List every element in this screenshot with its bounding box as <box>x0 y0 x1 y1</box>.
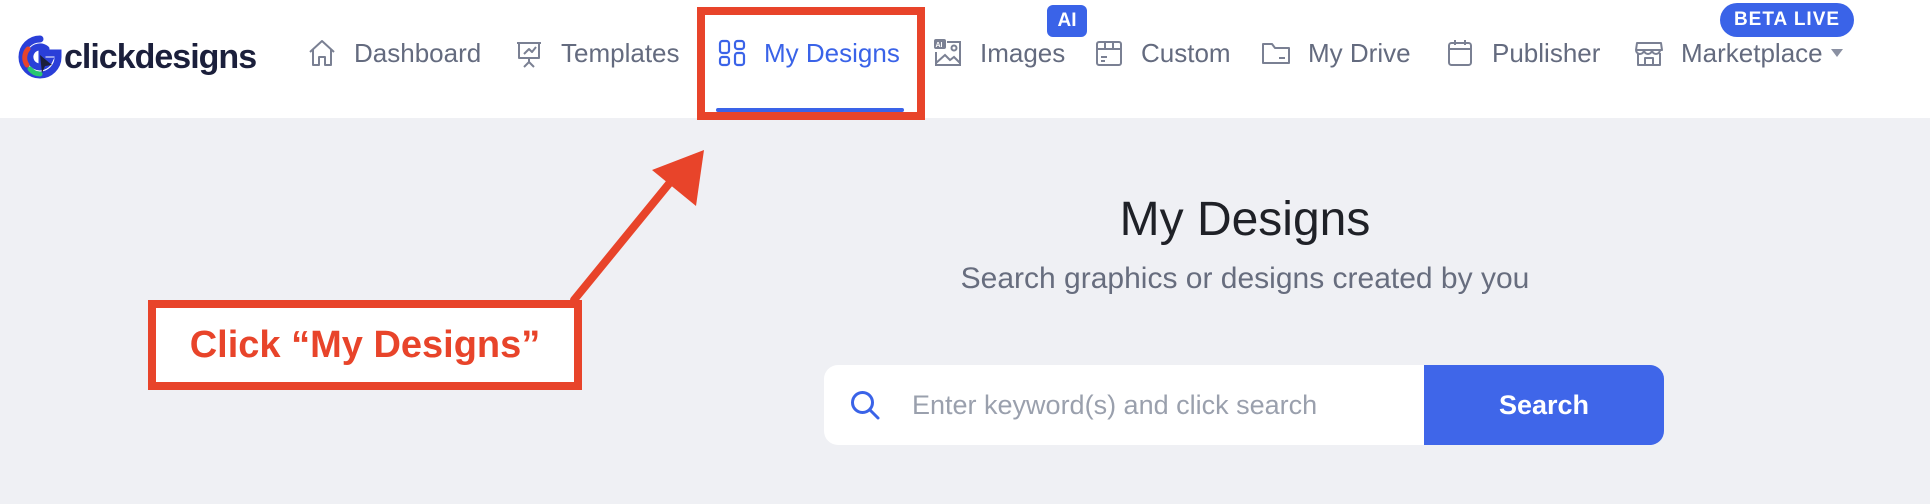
page-title: My Designs <box>1119 193 1371 246</box>
svg-text:AI: AI <box>936 42 943 49</box>
folder-icon <box>1262 43 1290 64</box>
annotation-callout: Click “My Designs” <box>148 300 582 390</box>
chevron-down-icon <box>1830 49 1843 57</box>
brand-name: clickdesigns <box>64 37 257 76</box>
nav-label: Publisher <box>1492 37 1601 68</box>
nav-item-my-drive[interactable]: My Drive <box>1260 30 1411 76</box>
search-button[interactable]: Search <box>1424 365 1664 445</box>
store-icon <box>1635 42 1663 66</box>
annotation-highlight-box <box>697 7 925 120</box>
nav-label: Custom <box>1141 37 1231 68</box>
nav-item-dashboard[interactable]: Dashboard <box>306 30 481 76</box>
presentation-icon <box>517 42 541 68</box>
search-box <box>824 365 1424 445</box>
nav-item-images[interactable]: AI Images <box>932 30 1065 76</box>
nav-item-publisher[interactable]: Publisher <box>1444 30 1600 76</box>
beta-live-badge: BETA LIVE <box>1720 3 1854 37</box>
ai-image-icon: AI <box>934 39 961 66</box>
box-icon <box>1096 41 1122 66</box>
home-icon <box>309 40 335 66</box>
annotation-arrow-icon <box>570 150 704 304</box>
calendar-icon <box>1448 40 1472 66</box>
annotation-callout-text: Click “My Designs” <box>189 323 541 366</box>
page-subtitle: Search graphics or designs created by yo… <box>960 262 1530 295</box>
nav-label: Marketplace <box>1681 37 1823 68</box>
ai-badge: AI <box>1047 5 1087 37</box>
nav-label: Templates <box>561 37 680 68</box>
search-input[interactable] <box>912 389 1412 421</box>
nav-item-custom[interactable]: Custom <box>1093 30 1231 76</box>
nav-label: My Drive <box>1308 37 1411 68</box>
brand-logo[interactable]: clickdesigns <box>18 34 257 80</box>
nav-label: Dashboard <box>354 37 482 68</box>
top-navigation-bar: clickdesigns Dashboard Templates My Desi… <box>0 0 1930 118</box>
nav-item-templates[interactable]: Templates <box>513 30 680 76</box>
clickdesigns-logo-icon <box>18 35 62 79</box>
search-icon <box>851 391 880 420</box>
nav-label: Images <box>980 37 1066 68</box>
